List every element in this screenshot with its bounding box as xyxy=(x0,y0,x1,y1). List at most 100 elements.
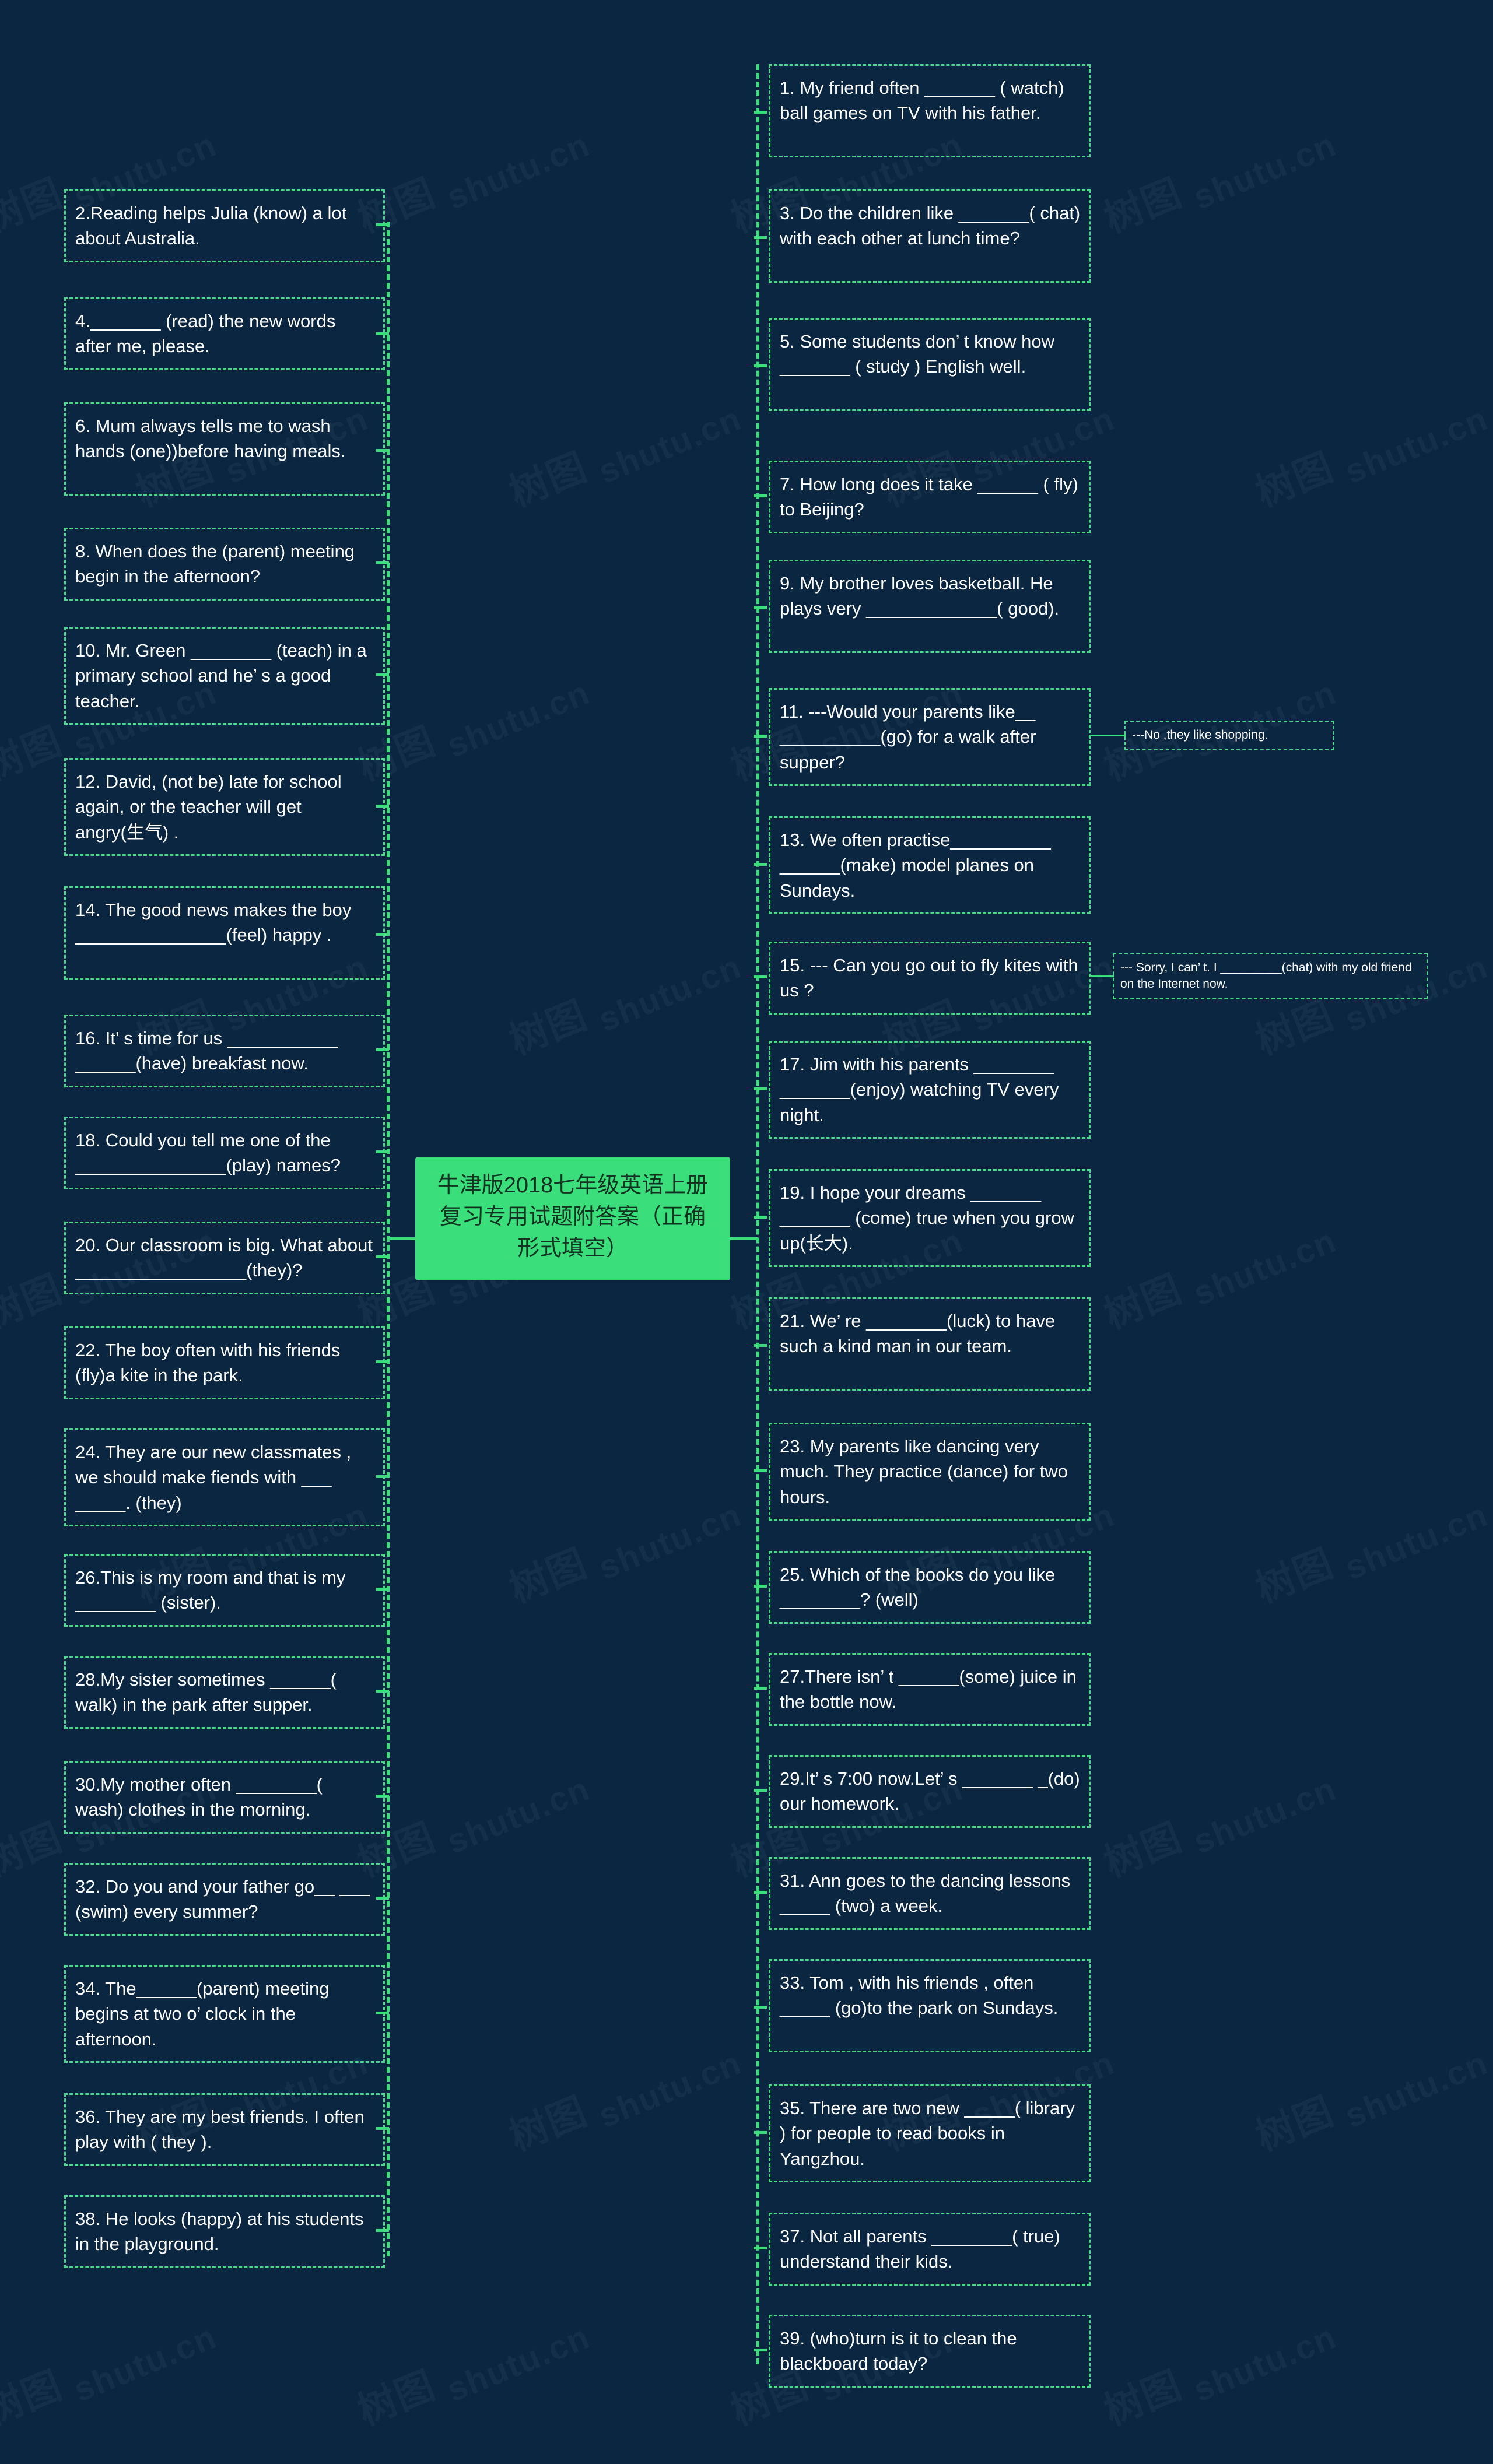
mindmap-node-q6[interactable]: 6. Mum always tells me to wash hands (on… xyxy=(64,402,385,496)
subnode-text: --- Sorry, I can’ t. I _________(chat) w… xyxy=(1120,960,1412,991)
node-text: 7. How long does it take ______ ( fly) t… xyxy=(780,474,1078,520)
mindmap-node-q26[interactable]: 26.This is my room and that is my ______… xyxy=(64,1554,385,1627)
node-text: 39. (who)turn is it to clean the blackbo… xyxy=(780,2328,1017,2374)
branch-connector xyxy=(376,332,389,335)
node-text: 3. Do the children like _______( chat) w… xyxy=(780,203,1081,249)
node-text: 11. ---Would your parents like__ _______… xyxy=(780,701,1036,773)
node-text: 36. They are my best friends. I often pl… xyxy=(75,2107,365,2153)
mindmap-node-q23[interactable]: 23. My parents like dancing very much. T… xyxy=(769,1423,1091,1521)
mindmap-node-q16[interactable]: 16. It’ s time for us ___________ ______… xyxy=(64,1015,385,1087)
branch-connector xyxy=(754,2246,767,2249)
mindmap-node-q18[interactable]: 18. Could you tell me one of the _______… xyxy=(64,1117,385,1189)
mindmap-node-q13[interactable]: 13. We often practise__________ ______(m… xyxy=(769,816,1091,915)
node-text: 35. There are two new _____( library ) f… xyxy=(780,2098,1075,2169)
mindmap-node-q21[interactable]: 21. We’ re ________(luck) to have such a… xyxy=(769,1297,1091,1391)
mindmap-node-q28[interactable]: 28.My sister sometimes ______( walk) in … xyxy=(64,1656,385,1729)
branch-connector xyxy=(754,1890,767,1894)
branch-connector xyxy=(754,1216,767,1219)
node-text: 33. Tom , with his friends , often _____… xyxy=(780,1972,1059,2019)
mindmap-node-q17[interactable]: 17. Jim with his parents ________ ______… xyxy=(769,1041,1091,1139)
mindmap-node-q25[interactable]: 25. Which of the books do you like _____… xyxy=(769,1551,1091,1624)
root-connector-left xyxy=(387,1237,417,1240)
branch-connector xyxy=(754,364,767,367)
node-text: 12. David, (not be) late for school agai… xyxy=(75,771,342,843)
mindmap-node-q22[interactable]: 22. The boy often with his friends (fly)… xyxy=(64,1326,385,1399)
mindmap-node-q29[interactable]: 29.It’ s 7:00 now.Let’ s _______ _(do) o… xyxy=(769,1755,1091,1828)
branch-connector xyxy=(754,1584,767,1588)
branch-connector xyxy=(376,1587,389,1591)
node-text: 24. They are our new classmates , we sho… xyxy=(75,1442,352,1513)
branch-connector xyxy=(376,1150,389,1153)
node-text: 8. When does the (parent) meeting begin … xyxy=(75,541,355,587)
node-text: 15. --- Can you go out to fly kites with… xyxy=(780,955,1078,1001)
branch-connector xyxy=(376,1360,389,1363)
mindmap-node-q31[interactable]: 31. Ann goes to the dancing lessons ____… xyxy=(769,1857,1091,1930)
mindmap-node-q11[interactable]: 11. ---Would your parents like__ _______… xyxy=(769,688,1091,787)
mindmap-node-q10[interactable]: 10. Mr. Green ________ (teach) in a prim… xyxy=(64,627,385,725)
node-text: 38. He looks (happy) at his students in … xyxy=(75,2209,364,2255)
node-text: 9. My brother loves basketball. He plays… xyxy=(780,573,1060,619)
mindmap-node-q30[interactable]: 30.My mother often ________( wash) cloth… xyxy=(64,1761,385,1834)
branch-connector xyxy=(754,735,767,738)
branch-connector xyxy=(754,2131,767,2134)
node-text: 14. The good news makes the boy ________… xyxy=(75,900,352,946)
branch-connector xyxy=(376,2228,389,2232)
branch-connector xyxy=(754,1344,767,1347)
branch-connector xyxy=(754,1788,767,1792)
mindmap-node-q15[interactable]: 15. --- Can you go out to fly kites with… xyxy=(769,942,1091,1015)
mindmap-node-q35[interactable]: 35. There are two new _____( library ) f… xyxy=(769,2084,1091,2183)
branch-connector xyxy=(376,933,389,936)
node-text: 23. My parents like dancing very much. T… xyxy=(780,1436,1068,1507)
node-text: 29.It’ s 7:00 now.Let’ s _______ _(do) o… xyxy=(780,1768,1080,1814)
node-text: 17. Jim with his parents ________ ______… xyxy=(780,1054,1059,1125)
branch-connector xyxy=(376,1048,389,1051)
branch-connector xyxy=(754,1469,767,1472)
mindmap-node-q19[interactable]: 19. I hope your dreams _______ _______ (… xyxy=(769,1169,1091,1268)
root-node[interactable]: 牛津版2018七年级英语上册复习专用试题附答案（正确形式填空） xyxy=(415,1157,730,1280)
node-text: 2.Reading helps Julia (know) a lot about… xyxy=(75,203,347,249)
node-text: 6. Mum always tells me to wash hands (on… xyxy=(75,416,346,462)
branch-connector xyxy=(376,1255,389,1258)
mindmap-node-q33[interactable]: 33. Tom , with his friends , often _____… xyxy=(769,1959,1091,2052)
mindmap-node-q20[interactable]: 20. Our classroom is big. What about ___… xyxy=(64,1222,385,1294)
mindmap-node-q36[interactable]: 36. They are my best friends. I often pl… xyxy=(64,2093,385,2166)
mindmap-node-q5[interactable]: 5. Some students don’ t know how _______… xyxy=(769,318,1091,411)
node-text: 19. I hope your dreams _______ _______ (… xyxy=(780,1182,1074,1254)
mindmap-node-q24[interactable]: 24. They are our new classmates , we sho… xyxy=(64,1428,385,1527)
mindmap-node-q9[interactable]: 9. My brother loves basketball. He plays… xyxy=(769,560,1091,653)
branch-connector xyxy=(376,673,389,676)
node-text: 28.My sister sometimes ______( walk) in … xyxy=(75,1669,337,1715)
node-text: 32. Do you and your father go__ ___ (swi… xyxy=(75,1876,370,1922)
mindmap-node-q37[interactable]: 37. Not all parents ________( true) unde… xyxy=(769,2213,1091,2286)
mindmap-node-q4[interactable]: 4._______ (read) the new words after me,… xyxy=(64,297,385,370)
node-text: 18. Could you tell me one of the _______… xyxy=(75,1130,341,1176)
mindmap-node-q2[interactable]: 2.Reading helps Julia (know) a lot about… xyxy=(64,189,385,262)
node-text: 34. The______(parent) meeting begins at … xyxy=(75,1978,330,2049)
mindmap-subnode-q15-answer[interactable]: --- Sorry, I can’ t. I _________(chat) w… xyxy=(1113,953,1428,999)
mindmap-node-q3[interactable]: 3. Do the children like _______( chat) w… xyxy=(769,189,1091,283)
node-text: 30.My mother often ________( wash) cloth… xyxy=(75,1774,323,1820)
mindmap-node-q1[interactable]: 1. My friend often _______ ( watch) ball… xyxy=(769,64,1091,157)
node-text: 27.There isn’ t ______(some) juice in th… xyxy=(780,1666,1077,1712)
mindmap-node-q34[interactable]: 34. The______(parent) meeting begins at … xyxy=(64,1965,385,2063)
mindmap-subnode-q11-answer[interactable]: ---No ,they like shopping. xyxy=(1124,721,1334,750)
mindmap-node-q38[interactable]: 38. He looks (happy) at his students in … xyxy=(64,2195,385,2268)
branch-connector xyxy=(754,2006,767,2009)
mindmap-node-q8[interactable]: 8. When does the (parent) meeting begin … xyxy=(64,528,385,601)
mindmap-node-q14[interactable]: 14. The good news makes the boy ________… xyxy=(64,886,385,980)
branch-connector xyxy=(754,1087,767,1090)
node-text: 4._______ (read) the new words after me,… xyxy=(75,311,336,357)
mindmap-node-q27[interactable]: 27.There isn’ t ______(some) juice in th… xyxy=(769,1653,1091,1726)
node-text: 26.This is my room and that is my ______… xyxy=(75,1567,346,1613)
mindmap-node-q7[interactable]: 7. How long does it take ______ ( fly) t… xyxy=(769,461,1091,533)
branch-connector xyxy=(754,606,767,609)
node-text: 25. Which of the books do you like _____… xyxy=(780,1564,1056,1610)
mindmap-node-q12[interactable]: 12. David, (not be) late for school agai… xyxy=(64,758,385,857)
branch-connector xyxy=(376,2012,389,2014)
branch-connector xyxy=(754,2348,767,2351)
mindmap-node-q32[interactable]: 32. Do you and your father go__ ___ (swi… xyxy=(64,1863,385,1936)
node-text: 5. Some students don’ t know how _______… xyxy=(780,331,1055,377)
node-text: 20. Our classroom is big. What about ___… xyxy=(75,1235,373,1281)
subnode-text: ---No ,they like shopping. xyxy=(1132,728,1268,742)
mindmap-node-q39[interactable]: 39. (who)turn is it to clean the blackbo… xyxy=(769,2315,1091,2388)
